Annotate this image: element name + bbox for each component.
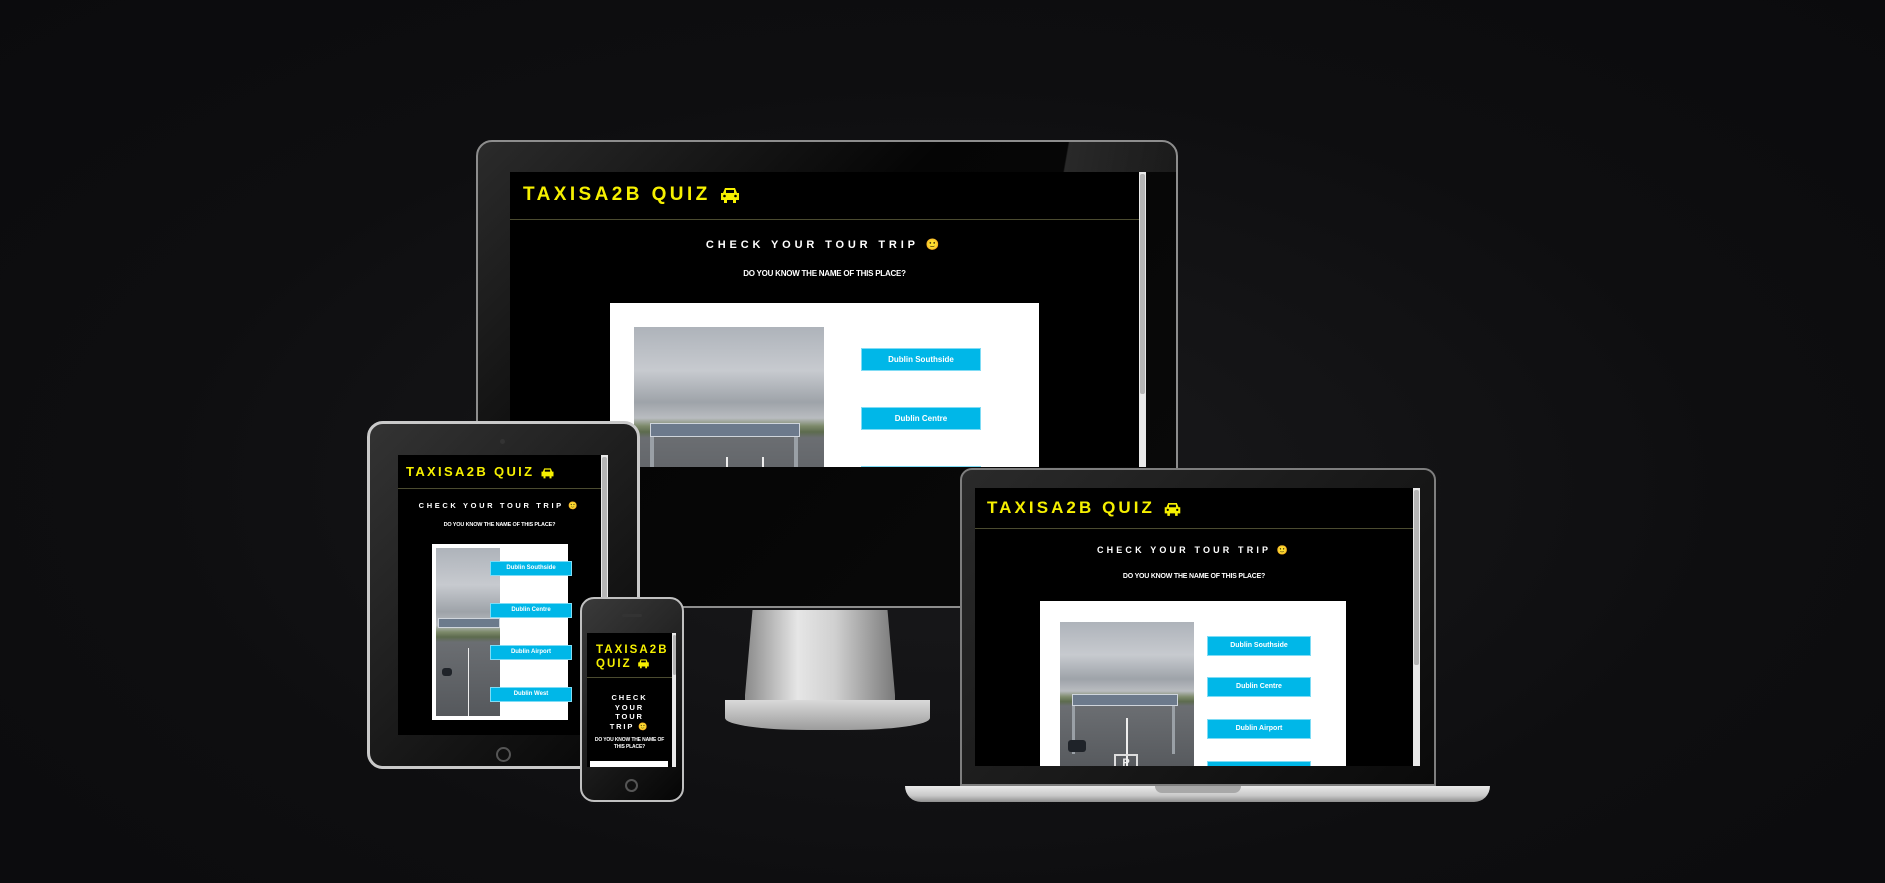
monitor-stand: [745, 610, 895, 710]
phone-speaker: [622, 614, 642, 617]
answer-button-dublin-southside[interactable]: Dublin Southside: [861, 348, 981, 371]
quiz-subtitle: CHECK YOUR TOUR TRIP 🙂: [418, 501, 581, 510]
site-header: TAXISA2B QUIZ: [510, 172, 1139, 220]
site-header: TAXISA2B QUIZ: [975, 488, 1413, 529]
answer-button-dublin-west[interactable]: Dublin West: [1207, 761, 1311, 766]
place-photo: P: [634, 327, 824, 467]
taxi-icon: [721, 187, 740, 203]
monitor-glare: [1040, 142, 1176, 172]
subtitle-line: YOUR: [614, 702, 645, 712]
quiz-subtitle: CHECK YOUR TOUR TRIP 🙂: [705, 239, 944, 251]
monitor-foot: [725, 700, 930, 730]
parking-sign-text: P: [1114, 754, 1138, 766]
scrollbar[interactable]: [1139, 172, 1146, 467]
answer-button-dublin-southside[interactable]: Dublin Southside: [490, 561, 572, 576]
tablet-screen: TAXISA2B QUIZ CHECK YOUR TOUR TRIP 🙂 DO …: [398, 455, 608, 735]
answer-button-dublin-airport[interactable]: Dublin Airport: [861, 466, 981, 467]
site-title-text: TAXISA2B QUIZ: [406, 464, 535, 479]
site-title-text: TAXISA2B QUIZ: [987, 498, 1155, 517]
scrollbar[interactable]: [1413, 488, 1420, 766]
site-title[interactable]: TAXISA2B QUIZ: [596, 643, 669, 671]
quiz-subtitle: CHECK YOUR TOUR TRIP 🙂: [1096, 545, 1292, 555]
subtitle-line: CHECK: [611, 693, 648, 702]
tablet-camera: [500, 439, 505, 444]
answer-button-dublin-airport[interactable]: Dublin Airport: [1207, 719, 1311, 739]
answer-button-dublin-west[interactable]: Dublin West: [490, 687, 572, 702]
answer-button-dublin-airport[interactable]: Dublin Airport: [490, 645, 572, 660]
quiz-question: DO YOU KNOW THE NAME OF THIS PLACE?: [1122, 573, 1266, 580]
quiz-question: DO YOU KNOW THE NAME OF THIS PLACE?: [743, 269, 906, 278]
answer-button-dublin-centre[interactable]: Dublin Centre: [1207, 677, 1311, 697]
laptop-screen: TAXISA2B QUIZ CHECK YOUR TOUR TRIP 🙂 DO …: [975, 488, 1420, 766]
answer-button-dublin-centre[interactable]: Dublin Centre: [490, 603, 572, 618]
site-title[interactable]: TAXISA2B QUIZ: [406, 464, 555, 479]
site-title[interactable]: TAXISA2B QUIZ: [523, 184, 741, 206]
quiz-question: DO YOU KNOW THE NAME OF THIS PLACE?: [443, 522, 556, 528]
taxi-icon: [638, 659, 649, 669]
quiz-card-edge: [590, 761, 668, 767]
quiz-question: DO YOU KNOW THE NAME OF THIS PLACE?: [587, 737, 672, 751]
quiz-subtitle: CHECK YOUR TOUR TRIP 🙂: [587, 693, 672, 731]
laptop-notch: [1155, 786, 1241, 793]
taxi-icon: [1164, 502, 1180, 516]
phone-home-button: [625, 779, 638, 792]
answer-button-dublin-centre[interactable]: Dublin Centre: [861, 407, 981, 430]
question-line: DO YOU KNOW THE NAME OF: [594, 737, 665, 743]
subtitle-line: TOUR: [615, 712, 644, 721]
scrollbar[interactable]: [672, 633, 676, 767]
quiz-card: P Dublin Southside Dublin Centre Dublin …: [1040, 601, 1346, 766]
tablet-home-button: [496, 747, 511, 762]
site-title[interactable]: TAXISA2B QUIZ: [987, 498, 1182, 518]
site-header: TAXISA2B QUIZ: [398, 455, 601, 489]
answer-button-dublin-southside[interactable]: Dublin Southside: [1207, 636, 1311, 656]
phone-screen: TAXISA2B QUIZ CHECK YOUR TOUR TRIP 🙂 DO …: [587, 633, 676, 767]
place-photo: P: [1060, 622, 1194, 766]
site-header: TAXISA2B QUIZ: [587, 633, 672, 678]
site-title-text: TAXISA2B QUIZ: [523, 184, 711, 205]
quiz-card: P Dublin Southside Dublin Centre Dublin …: [610, 303, 1039, 467]
site-title-line-1: TAXISA2B: [596, 644, 669, 656]
subtitle-line: TRIP 🙂: [609, 721, 650, 731]
taxi-icon: [541, 467, 554, 478]
question-line: THIS PLACE?: [613, 744, 646, 750]
quiz-card: Dublin Southside Dublin Centre Dublin Ai…: [432, 544, 572, 720]
site-title-line-2: QUIZ: [596, 658, 632, 670]
